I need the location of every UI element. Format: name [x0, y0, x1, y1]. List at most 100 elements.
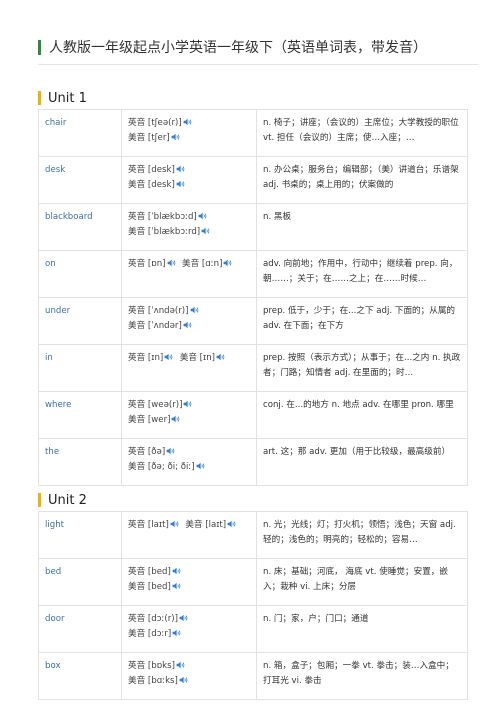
- pronunciation-line: 英音 [ˈʌndə(r)]: [128, 304, 250, 319]
- unit-heading-text: Unit 2: [48, 492, 87, 508]
- meaning-text: n. 门；家，户；门口；通道: [263, 614, 369, 624]
- speaker-icon[interactable]: [170, 520, 180, 528]
- pronunciation-text: 英音 [ðə]: [128, 447, 166, 457]
- meaning-text: n. 床；基础；河底， 海底 vt. 使睡觉；安置，嵌入；栽种 vi. 上床；分…: [263, 567, 448, 592]
- pronunciation-line: 英音 [ɒn] 美音 [ɑːn]: [128, 257, 250, 272]
- meaning-text: n. 办公桌；服务台；编辑部；（美）讲道台；乐谱架 adj. 书桌的；桌上用的；…: [263, 165, 459, 190]
- table-row: on 英音 [ɒn] 美音 [ɑːn] adv. 向前地；作用中，行动中；继续着 p…: [38, 250, 468, 298]
- speaker-icon[interactable]: [190, 306, 200, 314]
- word-cell: on: [38, 250, 122, 298]
- speaker-icon[interactable]: [172, 582, 182, 590]
- table-row: under 英音 [ˈʌndə(r)] 美音 [ˈʌndər] prep. 低于，少于…: [38, 297, 468, 345]
- meaning-cell: prep. 低于，少于；在...之下 adj. 下面的；从属的 adv. 在下面…: [256, 297, 468, 345]
- speaker-icon[interactable]: [216, 353, 226, 361]
- table-row: blackboard 英音 [ˈblækbɔːd] 美音 [ˈblækbɔːrd] n…: [38, 203, 468, 251]
- meaning-cell: art. 这；那 adv. 更加（用于比较级，最高级前）: [256, 438, 468, 486]
- pronunciation-line: 英音 [tʃeə(r)]: [128, 116, 250, 131]
- pronunciation-cell: 英音 [tʃeə(r)] 美音 [tʃer]: [121, 109, 257, 157]
- meaning-cell: adv. 向前地；作用中，行动中；继续着 prep. 向，朝……；关于；在……之…: [256, 250, 468, 298]
- pronunciation-text: 美音 [tʃer]: [128, 133, 170, 143]
- pronunciation-text: 英音 [ˈʌndə(r)]: [128, 306, 189, 316]
- pronunciation-line: 美音 [bɑːks]: [128, 674, 250, 689]
- pronunciation-line: 英音 [ˈblækbɔːd]: [128, 210, 250, 225]
- meaning-text: art. 这；那 adv. 更加（用于比较级，最高级前）: [263, 447, 451, 457]
- pronunciation-line: 美音 [wer]: [128, 413, 250, 428]
- meaning-text: n. 椅子；讲座；（会议的）主席位；大学教授的职位 vt. 担任（会议的）主席；…: [263, 118, 459, 143]
- speaker-icon[interactable]: [227, 520, 237, 528]
- meaning-cell: n. 光；光线；灯；打火机；领悟；浅色；天窗 adj. 轻的；浅色的；明亮的；轻…: [256, 511, 468, 559]
- pronunciation-text: 美音 [dɔːr]: [128, 629, 172, 639]
- pronunciation-line: 英音 [ɪn] 美音 [ɪn]: [128, 351, 250, 366]
- speaker-icon[interactable]: [183, 321, 193, 329]
- pronunciation-text: 美音 [bed]: [128, 582, 171, 592]
- speaker-icon[interactable]: [179, 614, 189, 622]
- speaker-icon[interactable]: [176, 180, 186, 188]
- word-cell: door: [38, 605, 122, 653]
- pronunciation-cell: 英音 [laɪt] 美音 [laɪt]: [121, 511, 257, 559]
- speaker-icon[interactable]: [198, 212, 208, 220]
- meaning-cell: n. 黑板: [256, 203, 468, 251]
- meaning-text: adv. 向前地；作用中，行动中；继续着 prep. 向，朝……；关于；在……之…: [263, 259, 458, 284]
- speaker-icon[interactable]: [183, 400, 193, 408]
- speaker-icon[interactable]: [176, 165, 186, 173]
- word-table-unit-2: light 英音 [laɪt] 美音 [laɪt] n. 光；光线；灯；打火机；领悟…: [38, 511, 468, 700]
- word-cell: in: [38, 344, 122, 392]
- meaning-cell: conj. 在...的地方 n. 地点 adv. 在哪里 pron. 哪里: [256, 391, 468, 439]
- pronunciation-line: 美音 [ðə; ði; ðiː]: [128, 460, 250, 475]
- table-row: bed 英音 [bed] 美音 [bed] n. 床；基础；河底， 海底 vt. 使睡…: [38, 558, 468, 606]
- speaker-icon[interactable]: [179, 676, 189, 684]
- speaker-icon[interactable]: [164, 353, 174, 361]
- speaker-icon[interactable]: [167, 259, 177, 267]
- pronunciation-cell: 英音 [bed] 美音 [bed]: [121, 558, 257, 606]
- pronunciation-cell: 英音 [dɔː(r)] 美音 [dɔːr]: [121, 605, 257, 653]
- unit-heading-text: Unit 1: [48, 90, 87, 106]
- pronunciation-text: 英音 [bɒks]: [128, 661, 175, 671]
- pronunciation-line: 美音 [ˈblækbɔːrd]: [128, 225, 250, 240]
- speaker-icon[interactable]: [201, 227, 211, 235]
- pronunciation-text: 英音 [ɒn]: [128, 259, 166, 269]
- speaker-icon[interactable]: [172, 629, 182, 637]
- pronunciation-text: 英音 [weə(r)]: [128, 400, 183, 410]
- speaker-icon[interactable]: [176, 661, 186, 669]
- table-row: box 英音 [bɒks] 美音 [bɑːks] n. 箱，盒子；包厢；一拳 vt. …: [38, 652, 468, 700]
- pronunciation-line: 英音 [dɔː(r)]: [128, 612, 250, 627]
- title-accent-bar: [38, 39, 41, 55]
- pronunciation-line: 英音 [laɪt] 美音 [laɪt]: [128, 518, 250, 533]
- pronunciation-cell: 英音 [weə(r)] 美音 [wer]: [121, 391, 257, 439]
- pronunciation-text: 美音 [laɪt]: [185, 520, 227, 530]
- table-row: light 英音 [laɪt] 美音 [laɪt] n. 光；光线；灯；打火机；领悟…: [38, 511, 468, 559]
- speaker-icon[interactable]: [171, 133, 181, 141]
- speaker-icon[interactable]: [166, 447, 176, 455]
- meaning-text: prep. 低于，少于；在...之下 adj. 下面的；从属的 adv. 在下面…: [263, 306, 456, 331]
- word-cell: blackboard: [38, 203, 122, 251]
- word-cell: desk: [38, 156, 122, 204]
- unit-heading: Unit 1: [38, 89, 87, 107]
- pronunciation-text: 英音 [ɪn]: [128, 353, 164, 363]
- speaker-icon[interactable]: [171, 415, 181, 423]
- meaning-cell: n. 椅子；讲座；（会议的）主席位；大学教授的职位 vt. 担任（会议的）主席；…: [256, 109, 468, 157]
- pronunciation-text: 美音 [ˈʌndər]: [128, 321, 182, 331]
- pronunciation-text: 美音 [bɑːks]: [128, 676, 178, 686]
- word-cell: under: [38, 297, 122, 345]
- pronunciation-cell: 英音 [ɪn] 美音 [ɪn]: [121, 344, 257, 392]
- pronunciation-text: 美音 [wer]: [128, 415, 171, 425]
- speaker-icon[interactable]: [196, 462, 206, 470]
- table-row: door 英音 [dɔː(r)] 美音 [dɔːr] n. 门；家，户；门口；通道: [38, 605, 468, 653]
- pronunciation-line: 美音 [ˈʌndər]: [128, 319, 250, 334]
- word-cell: light: [38, 511, 122, 559]
- page-title-text: 人教版一年级起点小学英语一年级下（英语单词表，带发音）: [49, 40, 427, 56]
- pronunciation-line: 英音 [weə(r)]: [128, 398, 250, 413]
- speaker-icon[interactable]: [172, 567, 182, 575]
- speaker-icon[interactable]: [183, 118, 193, 126]
- unit-accent-bar: [38, 493, 41, 507]
- pronunciation-cell: 英音 [ðə] 美音 [ðə; ði; ðiː]: [121, 438, 257, 486]
- pronunciation-text: 美音 [ðə; ði; ðiː]: [128, 462, 195, 472]
- table-row: the 英音 [ðə] 美音 [ðə; ði; ðiː] art. 这；那 adv. …: [38, 438, 468, 486]
- pronunciation-cell: 英音 [ˈʌndə(r)] 美音 [ˈʌndər]: [121, 297, 257, 345]
- speaker-icon[interactable]: [223, 259, 233, 267]
- pronunciation-cell: 英音 [bɒks] 美音 [bɑːks]: [121, 652, 257, 700]
- word-cell: chair: [38, 109, 122, 157]
- unit-accent-bar: [38, 91, 41, 105]
- pronunciation-line: 美音 [bed]: [128, 580, 250, 595]
- title-divider: [38, 64, 478, 65]
